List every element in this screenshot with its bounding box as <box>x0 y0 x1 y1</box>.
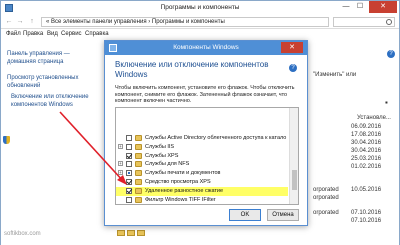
sidebar-link-home-line2[interactable]: домашняя страница <box>7 59 63 67</box>
dialog-heading: Включение или отключение компонентов Win… <box>115 60 269 79</box>
folder-icon <box>135 179 142 185</box>
tree-scrollbar[interactable] <box>289 108 298 204</box>
date-cell: 25.03.2016 <box>351 156 382 162</box>
shield-icon <box>3 136 10 144</box>
close-button[interactable]: ✕ <box>369 1 397 13</box>
expand-icon[interactable]: + <box>118 143 123 149</box>
sidebar-link-updates[interactable]: Просмотр установленных <box>7 75 79 83</box>
feature-checkbox[interactable] <box>126 179 132 185</box>
column-installed-header[interactable]: Установле... <box>357 115 391 121</box>
feature-row-selected[interactable]: Удаленное разностное сжатие <box>116 186 288 196</box>
date-cell: 30.04.2016 <box>351 140 382 146</box>
sidebar: Панель управления — домашняя страница Пр… <box>1 41 111 245</box>
expand-icon[interactable]: + <box>118 170 123 176</box>
features-tree[interactable]: Службы Active Directory облегченного дос… <box>115 107 299 205</box>
feature-label: Удаленное разностное сжатие <box>145 187 224 194</box>
feature-label: Фильтр Windows TIFF IFilter <box>145 196 216 203</box>
feature-checkbox[interactable] <box>126 143 132 150</box>
date-cell: 10.05.2016 <box>351 187 382 193</box>
dialog-title-bar: Компоненты Windows ✕ <box>105 41 307 55</box>
back-arrow-icon[interactable]: ← <box>4 17 14 27</box>
publisher-cell: orporated <box>313 195 339 201</box>
feature-row[interactable]: Службы XPS <box>116 152 288 161</box>
search-icon <box>386 19 392 25</box>
ok-button[interactable]: OK <box>229 209 261 221</box>
date-cell: 06.09.2016 <box>351 124 382 130</box>
publisher-cell: orporated <box>313 210 339 216</box>
address-path[interactable]: « Все элементы панели управления › Прогр… <box>41 17 329 27</box>
dialog-close-button[interactable]: ✕ <box>281 42 303 53</box>
toolbar-partial-text: "Изменить" или <box>313 72 357 78</box>
feature-checkbox[interactable] <box>126 135 132 141</box>
publisher-cell: orporated <box>313 187 339 193</box>
feature-row[interactable]: + Службы печати и документов <box>116 169 288 178</box>
feature-label: Службы для NFS <box>145 161 190 168</box>
feature-checkbox[interactable] <box>126 170 132 177</box>
dialog-help-icon[interactable]: ? <box>289 64 297 72</box>
folder-icon <box>135 161 142 168</box>
date-cell: 17.08.2016 <box>351 132 382 138</box>
feature-label: Службы XPS <box>145 152 179 159</box>
date-cell: 01.02.2016 <box>351 164 382 170</box>
feature-row[interactable]: Фильтр Windows TIFF IFilter <box>116 196 288 204</box>
feature-checkbox[interactable] <box>126 152 132 159</box>
feature-label: Службы IIS <box>145 143 175 150</box>
feature-checkbox[interactable] <box>126 196 132 203</box>
feature-label: Службы печати и документов <box>145 170 221 177</box>
help-icon[interactable]: ? <box>387 50 395 58</box>
menu-file[interactable]: Файл <box>6 31 21 37</box>
watermark: softikbox.com <box>4 231 41 237</box>
folder-icon <box>135 187 142 194</box>
feature-row[interactable]: Средство просмотра XPS <box>116 178 288 187</box>
up-arrow-icon[interactable]: ↑ <box>27 17 37 27</box>
sidebar-link-home[interactable]: Панель управления — <box>7 51 70 59</box>
feature-row[interactable]: Службы Active Directory облегченного дос… <box>116 134 288 143</box>
feature-row[interactable]: + Службы IIS <box>116 143 288 152</box>
folder-icon <box>135 152 142 159</box>
menu-view[interactable]: Вид <box>47 31 58 37</box>
scrollbar-thumb[interactable] <box>292 170 297 190</box>
menu-edit[interactable]: Правка <box>23 31 43 37</box>
dialog-description: Чтобы включить компонент, установите его… <box>115 85 295 104</box>
windows-features-dialog: Компоненты Windows ✕ Включение или отклю… <box>104 40 308 226</box>
folder-icon <box>135 196 142 203</box>
date-cell: 30.04.2016 <box>351 148 382 154</box>
feature-checkbox[interactable] <box>126 187 132 194</box>
view-options-icon[interactable]: ▪ <box>385 98 388 107</box>
folder-icon <box>117 230 125 236</box>
menu-help[interactable]: Справка <box>85 31 109 37</box>
menu-tools[interactable]: Сервис <box>61 31 82 37</box>
address-bar: ← → ↑ « Все элементы панели управления ›… <box>1 15 399 29</box>
folder-icon <box>127 230 135 236</box>
feature-label: Средство просмотра XPS <box>145 179 211 185</box>
sidebar-link-windows-features-line2[interactable]: компонентов Windows <box>11 102 73 110</box>
date-cell: 07.10.2016 <box>351 210 382 216</box>
dialog-title: Компоненты Windows <box>173 44 239 51</box>
folder-icon <box>135 170 142 177</box>
maximize-button[interactable]: ☐ <box>353 1 367 13</box>
folder-icon <box>135 143 142 150</box>
sidebar-link-windows-features[interactable]: Включение или отключение <box>11 94 89 102</box>
forward-arrow-icon[interactable]: → <box>15 17 25 27</box>
folder-icon <box>137 230 145 236</box>
feature-row[interactable]: + Службы для NFS <box>116 160 288 169</box>
sidebar-link-updates-line2[interactable]: обновлений <box>7 83 40 91</box>
date-cell: 07.10.2016 <box>351 218 382 224</box>
cancel-button[interactable]: Отмена <box>267 209 299 221</box>
folder-icon <box>135 135 142 141</box>
expand-icon[interactable]: + <box>118 161 123 167</box>
title-bar: Программы и компоненты — ☐ ✕ <box>1 1 399 15</box>
minimize-button[interactable]: — <box>339 1 353 13</box>
feature-label: Службы Active Directory облегченного дос… <box>145 135 287 141</box>
feature-checkbox[interactable] <box>126 161 132 168</box>
search-input[interactable] <box>333 17 395 27</box>
